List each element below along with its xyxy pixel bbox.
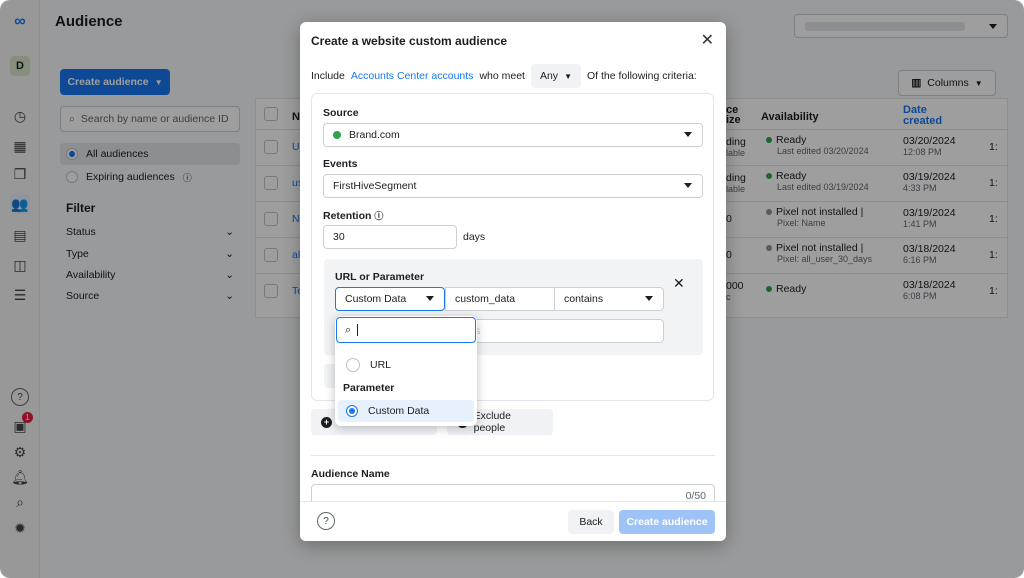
option-custom-data[interactable]: Custom Data [338,400,474,422]
operator-select[interactable]: contains [554,287,664,311]
create-custom-audience-dialog: Create a website custom audience ✕ Inclu… [300,22,726,541]
retention-unit: days [463,231,486,243]
create-audience-submit-button[interactable]: Create audience [619,510,715,534]
chevron-down-icon [684,132,692,137]
exclude-people-label: Exclude people [473,410,511,434]
include-criteria-row: Include Accounts Center accounts who mee… [311,64,697,88]
option-custom-data-label: Custom Data [368,405,430,417]
close-icon[interactable]: ✕ [701,30,714,50]
help-icon[interactable]: ? [317,512,335,530]
caret-down-icon: ▼ [564,71,572,81]
parameter-type-dropdown: ⌕ URL Parameter Custom Data [335,316,477,426]
divider [311,455,715,456]
source-value: Brand.com [349,129,400,141]
any-value: Any [539,70,559,82]
parameter-key-value: custom_data [455,293,516,305]
retention-input[interactable]: 30 [323,225,457,249]
app-frame: ∞ D ◷ ▦ ❒ 👥 ▤ ◫ ☰ ? ▣ 1 ⚙ 🔔︎ ⌕ ✹ Audience… [0,0,1024,578]
remove-rule-close-icon[interactable]: ✕ [673,275,685,292]
dropdown-search-input[interactable]: ⌕ [336,317,476,343]
retention-label-row: Retention ⓘ [323,209,383,222]
back-button[interactable]: Back [568,510,614,534]
info-icon[interactable]: ⓘ [374,211,383,221]
include-suffix: Of the following criteria: [586,70,697,82]
include-prefix: Include [311,70,345,82]
source-label: Source [323,107,359,119]
include-mid: who meet [479,70,525,82]
chevron-down-icon [426,296,434,301]
url-parameter-label: URL or Parameter [335,271,425,283]
parameter-type-value: Custom Data [345,293,407,305]
audience-name-label: Audience Name [311,468,390,480]
parameter-type-select[interactable]: Custom Data [335,287,445,311]
option-url[interactable]: URL [338,354,474,376]
parameter-group-label: Parameter [343,382,395,394]
events-select[interactable]: FirstHiveSegment [323,174,703,198]
chevron-down-icon [645,296,653,301]
events-label: Events [323,158,358,170]
option-url-label: URL [370,359,392,371]
chevron-down-icon [684,183,692,188]
source-status-dot [333,131,341,139]
plus-icon: + [321,416,332,428]
radio-selected [346,405,358,417]
radio-unselected [346,358,360,372]
parameter-key-input[interactable]: custom_data [445,287,555,311]
dialog-title: Create a website custom audience [311,34,508,48]
text-cursor [357,324,359,336]
any-dropdown[interactable]: Any ▼ [530,64,581,88]
retention-value: 30 [333,231,345,243]
retention-label: Retention [323,210,372,222]
operator-value: contains [564,293,604,305]
source-select[interactable]: Brand.com [323,123,703,147]
search-icon: ⌕ [345,323,352,336]
events-value: FirstHiveSegment [333,180,417,192]
accounts-center-link[interactable]: Accounts Center accounts [351,70,474,82]
dialog-footer: ? Back Create audience [300,501,726,541]
